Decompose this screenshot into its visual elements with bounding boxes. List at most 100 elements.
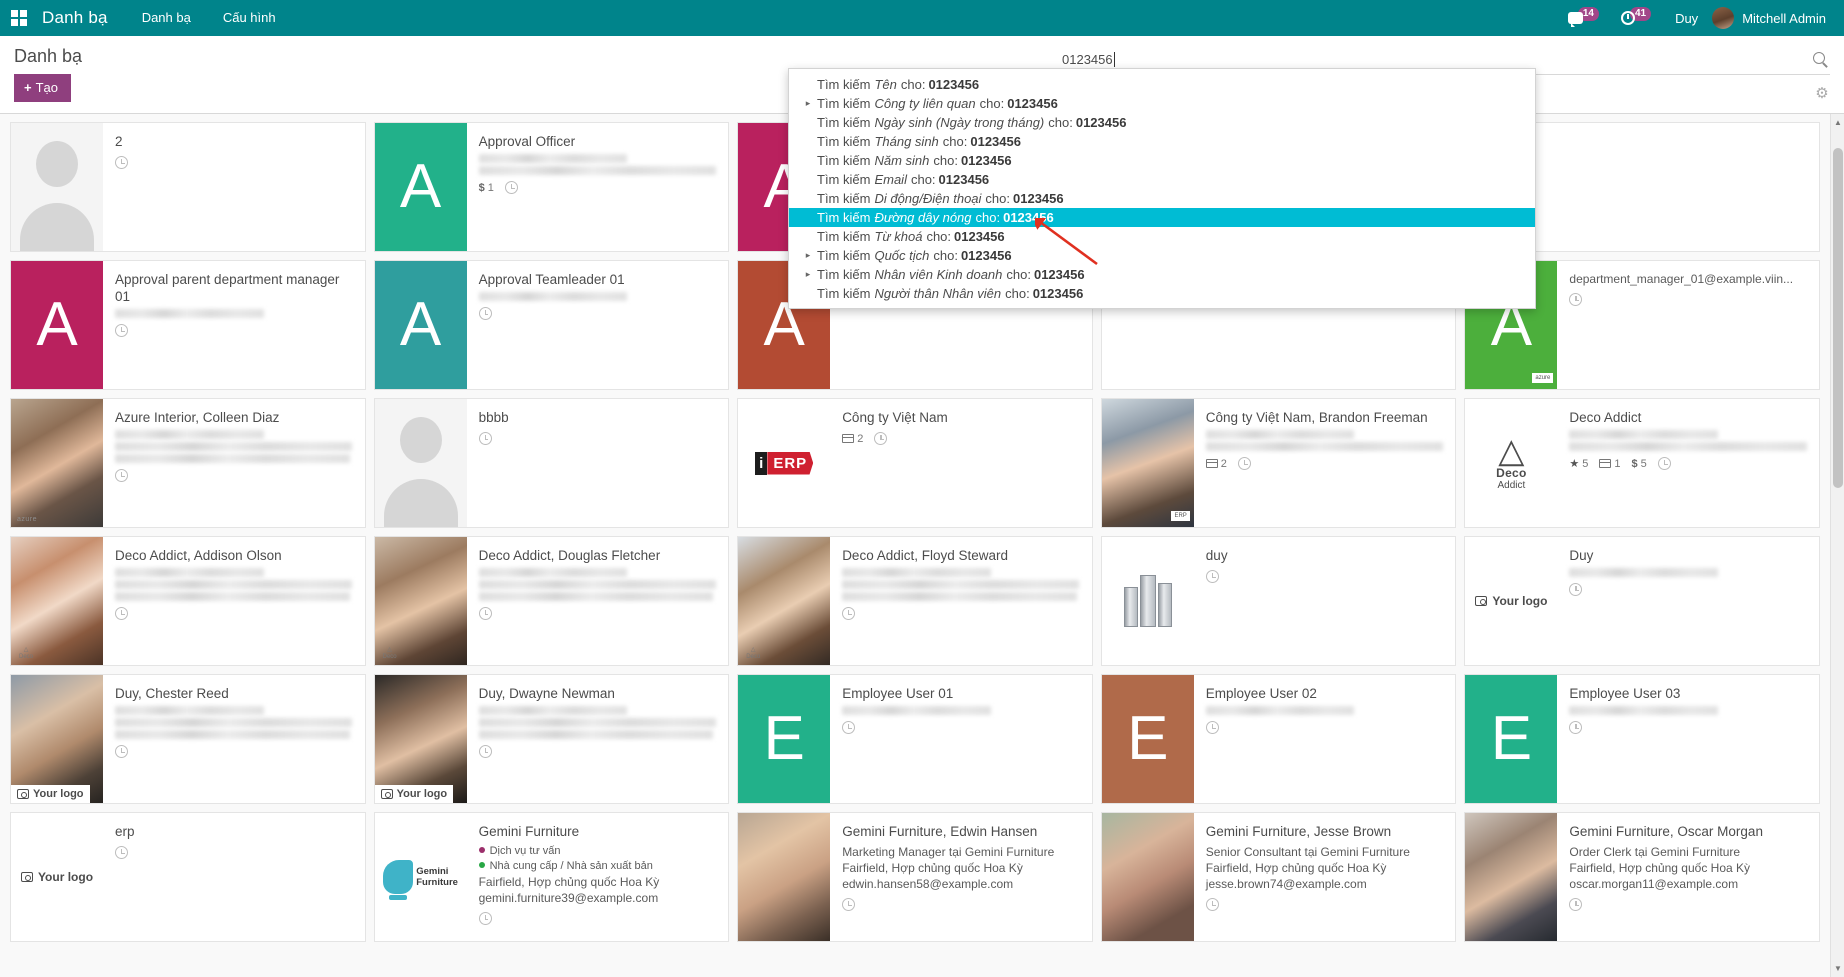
contact-name[interactable]: Gemini Furniture, Oscar Morgan [1569, 823, 1809, 840]
search-suggestion-item[interactable]: Tìm kiếmDi động/Điện thoạicho:0123456 [789, 189, 1535, 208]
search-icon[interactable] [1812, 51, 1830, 69]
camera-icon [21, 872, 33, 882]
kanban-card[interactable]: iERPCông ty Việt Nam2 [737, 398, 1093, 528]
search-suggestion-item[interactable]: ▸Tìm kiếmCông ty liên quancho:0123456 [789, 94, 1535, 113]
contact-name[interactable]: Công ty Việt Nam [842, 409, 1082, 426]
kanban-card[interactable]: Your logoerp [10, 812, 366, 942]
activities-button[interactable]: 41 [1611, 0, 1661, 36]
kanban-card[interactable]: azureAzure Interior, Colleen Diaz [10, 398, 366, 528]
page-title: Danh bạ [14, 36, 82, 67]
kanban-card[interactable]: Your logo Duy, Dwayne Newman [374, 674, 730, 804]
search-suggestion-item[interactable]: ▸Tìm kiếmQuốc tịchcho:0123456 [789, 246, 1535, 265]
menu-item-configuration[interactable]: Cấu hình [207, 0, 292, 36]
kanban-card[interactable]: GeminiFurnitureGemini FurnitureDịch vụ t… [374, 812, 730, 942]
tag-label: Nhà cung cấp / Nhà sản xuất bản [490, 860, 653, 872]
create-button[interactable]: +Tạo [14, 74, 71, 102]
scrollbar-thumb[interactable] [1833, 148, 1843, 488]
scroll-up-icon[interactable]: ▲ [1834, 118, 1842, 127]
contact-name[interactable]: Duy, Dwayne Newman [479, 685, 719, 702]
contact-name[interactable]: Employee User 02 [1206, 685, 1446, 702]
kanban-card[interactable]: AApproval Officer$1 [374, 122, 730, 252]
kanban-card[interactable]: EEmployee User 03 [1464, 674, 1820, 804]
expand-caret-icon[interactable]: ▸ [799, 247, 817, 264]
activity-clock-icon [479, 912, 492, 925]
search-suggestion-item[interactable]: Tìm kiếmNgười thân Nhân viêncho:0123456 [789, 284, 1535, 303]
card-body: Công ty Việt Nam, Brandon Freeman2 [1194, 399, 1456, 527]
search-input[interactable]: 0123456 [1058, 52, 1113, 67]
contact-name[interactable]: Deco Addict [1569, 409, 1809, 426]
search-suggestion-item[interactable]: Tìm kiếmTêncho:0123456 [789, 75, 1535, 94]
expand-caret-icon[interactable]: ▸ [799, 95, 817, 112]
contact-name[interactable]: duy [1206, 547, 1446, 564]
search-suggestion-item[interactable]: Tìm kiếmNăm sinhcho:0123456 [789, 151, 1535, 170]
redacted-detail-line [479, 730, 714, 739]
contact-name[interactable]: Duy, Chester Reed [115, 685, 355, 702]
your-logo-overlay: Your logo [375, 785, 454, 803]
kanban-card[interactable]: 2 [10, 122, 366, 252]
contact-name[interactable]: Duy [1569, 547, 1809, 564]
kanban-card[interactable]: Your logoDuy [1464, 536, 1820, 666]
contact-name[interactable]: erp [115, 823, 355, 840]
kanban-card[interactable]: Gemini Furniture, Edwin HansenMarketing … [737, 812, 1093, 942]
contact-photo [738, 813, 830, 941]
contact-name[interactable]: Deco Addict, Addison Olson [115, 547, 355, 564]
card-stats [1569, 293, 1809, 306]
deco-watermark: △Deco [746, 647, 760, 661]
kanban-card[interactable]: ERPCông ty Việt Nam, Brandon Freeman2 [1101, 398, 1457, 528]
kanban-card[interactable]: △DecoAddictDeco Addict★51$5 [1464, 398, 1820, 528]
contact-name[interactable]: Gemini Furniture, Edwin Hansen [842, 823, 1082, 840]
suggestion-field-name: Ngày sinh (Ngày trong tháng) [874, 114, 1044, 131]
kanban-card[interactable]: bbbb [374, 398, 730, 528]
kanban-card[interactable]: △DecoDeco Addict, Addison Olson [10, 536, 366, 666]
contact-name[interactable]: Công ty Việt Nam, Brandon Freeman [1206, 409, 1446, 426]
user-menu[interactable]: Mitchell Admin [1712, 7, 1830, 29]
search-suggestion-item[interactable]: Tìm kiếmNgày sinh (Ngày trong tháng)cho:… [789, 113, 1535, 132]
search-suggestion-item[interactable]: ▸Tìm kiếmNhân viên Kinh doanhcho:0123456 [789, 265, 1535, 284]
contact-name[interactable]: Gemini Furniture [479, 823, 719, 840]
kanban-card[interactable]: AApproval parent department manager 01 [10, 260, 366, 390]
expand-caret-icon[interactable]: ▸ [799, 266, 817, 283]
search-input-wrapper[interactable]: 0123456 [1058, 51, 1806, 69]
contact-name[interactable]: Deco Addict, Douglas Fletcher [479, 547, 719, 564]
contact-name[interactable]: Employee User 01 [842, 685, 1082, 702]
contact-email: department_manager_01@example.viin... [1569, 271, 1809, 287]
contact-photo [375, 537, 467, 665]
contact-name[interactable]: Approval parent department manager 01 [115, 271, 355, 305]
search-suggestion-item[interactable]: Tìm kiếmTừ khoácho:0123456 [789, 227, 1535, 246]
search-suggestion-item[interactable]: Tìm kiếmTháng sinhcho:0123456 [789, 132, 1535, 151]
gear-icon[interactable]: ⚙ [1814, 86, 1830, 102]
contact-name[interactable]: Gemini Furniture, Jesse Brown [1206, 823, 1446, 840]
search-suggestion-item[interactable]: Tìm kiếmEmailcho:0123456 [789, 170, 1535, 189]
kanban-card[interactable]: Gemini Furniture, Oscar MorganOrder Cler… [1464, 812, 1820, 942]
scroll-down-icon[interactable]: ▼ [1834, 964, 1842, 973]
kanban-card[interactable]: EEmployee User 02 [1101, 674, 1457, 804]
menu-item-contacts[interactable]: Danh bạ [126, 0, 207, 36]
search-suggestion-item[interactable]: Tìm kiếmĐường dây nóngcho:0123456 [789, 208, 1535, 227]
kanban-card[interactable]: Your logoDuy, Chester Reed [10, 674, 366, 804]
contact-name[interactable]: Approval Officer [479, 133, 719, 150]
contact-name[interactable]: Azure Interior, Colleen Diaz [115, 409, 355, 426]
camera-icon [381, 789, 393, 799]
kanban-card[interactable]: △Deco Deco Addict, Floyd Steward [737, 536, 1093, 666]
kanban-card[interactable]: duy [1101, 536, 1457, 666]
kanban-card[interactable]: EEmployee User 01 [737, 674, 1093, 804]
card-body: 2 [103, 123, 365, 251]
redacted-detail-line [1206, 706, 1355, 715]
contact-name[interactable]: Deco Addict, Floyd Steward [842, 547, 1082, 564]
company-switcher[interactable]: Duy [1663, 11, 1710, 26]
clock-icon [1206, 898, 1219, 911]
contact-name[interactable]: Approval Teamleader 01 [479, 271, 719, 288]
contact-name[interactable]: 2 [115, 133, 355, 150]
apps-menu-button[interactable] [0, 0, 38, 36]
contact-name[interactable]: Employee User 03 [1569, 685, 1809, 702]
kanban-card[interactable]: △DecoDeco Addict, Douglas Fletcher [374, 536, 730, 666]
contact-name[interactable]: bbbb [479, 409, 719, 426]
kanban-card[interactable]: AApproval Teamleader 01 [374, 260, 730, 390]
suggestion-value: 0123456 [939, 171, 990, 188]
suggestion-prefix: Tìm kiếm [817, 152, 870, 169]
kanban-card[interactable]: Gemini Furniture, Jesse BrownSenior Cons… [1101, 812, 1457, 942]
suggestion-prefix: Tìm kiếm [817, 247, 870, 264]
app-brand-title: Danh bạ [38, 0, 126, 36]
vertical-scrollbar[interactable]: ▲ ▼ [1830, 114, 1844, 977]
messages-button[interactable]: 14 [1558, 0, 1609, 36]
